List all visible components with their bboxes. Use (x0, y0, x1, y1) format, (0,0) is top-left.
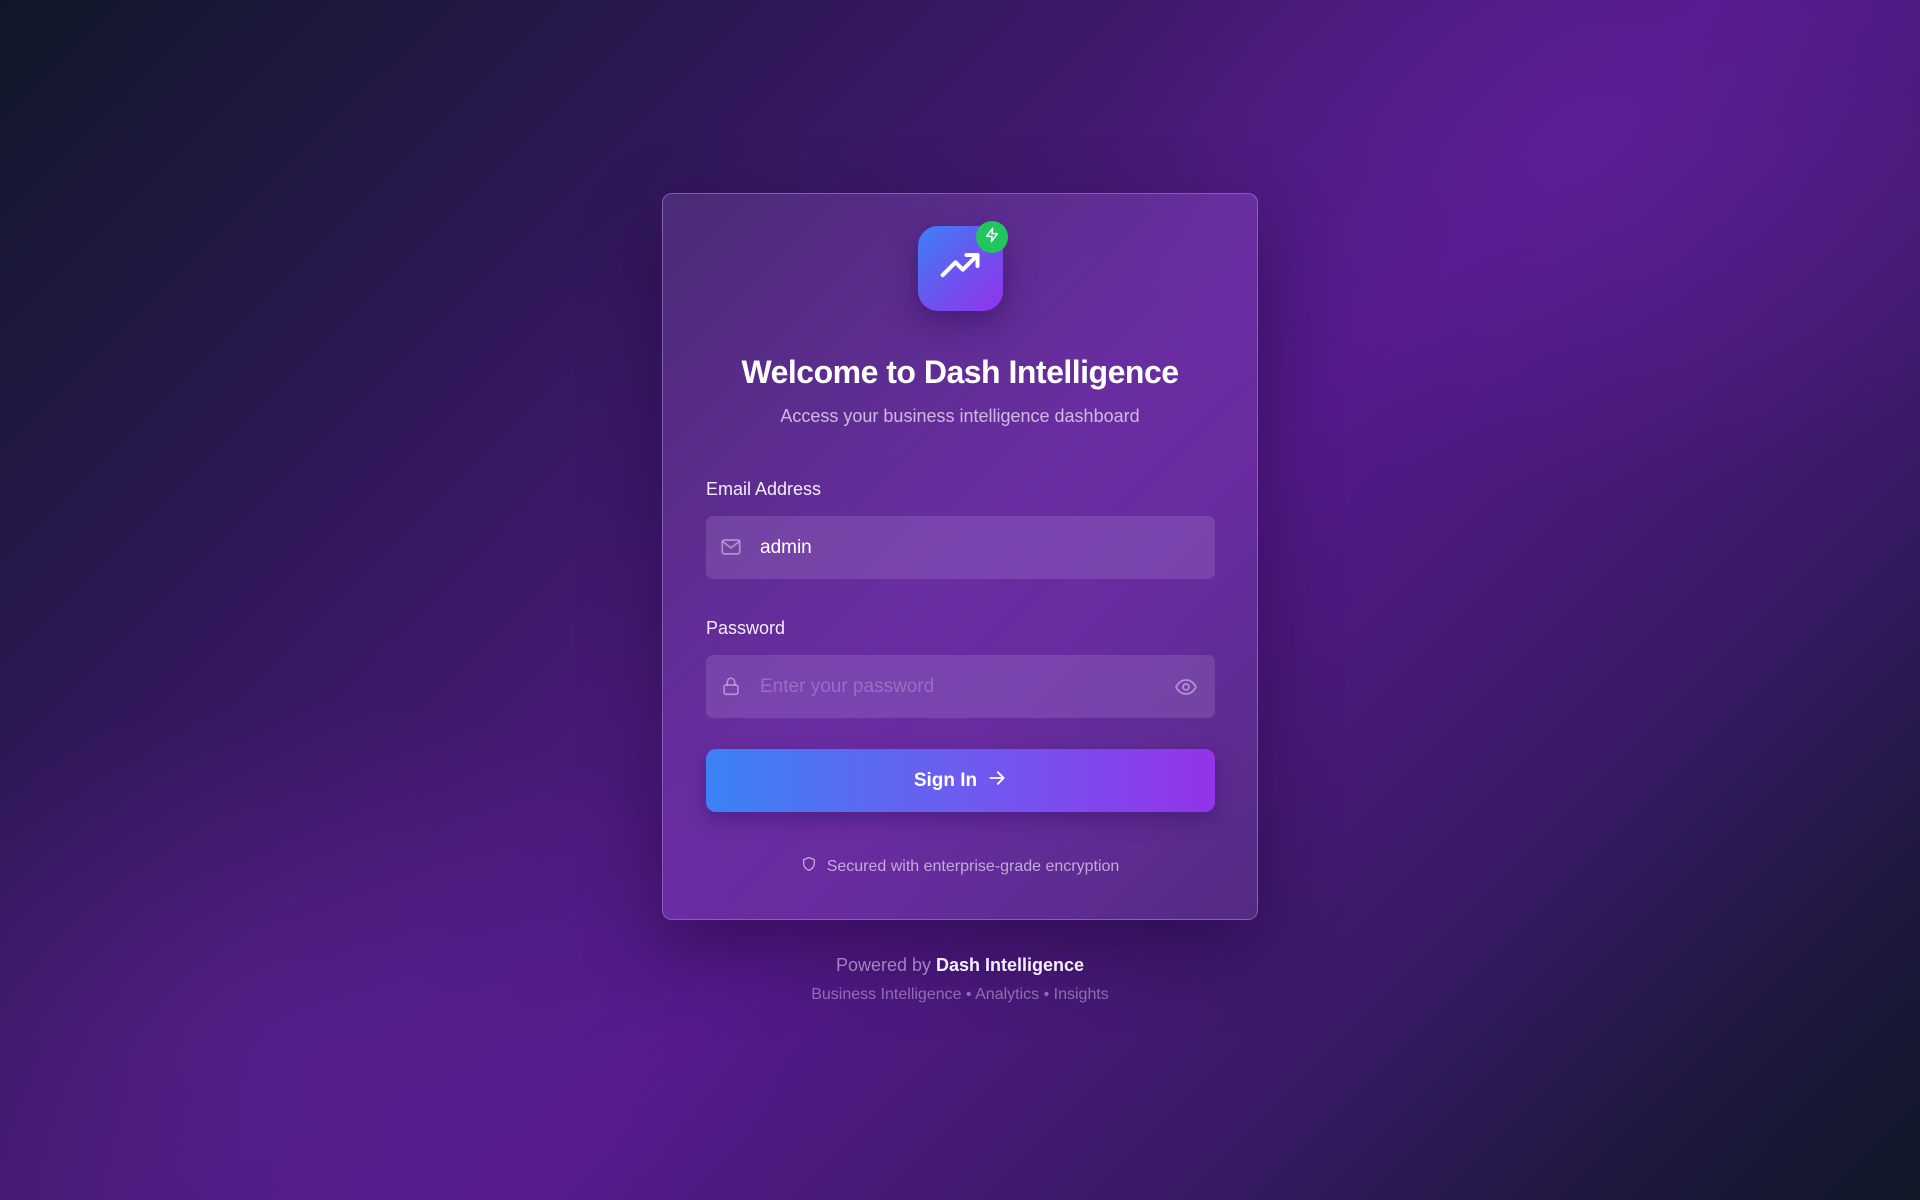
password-input[interactable] (760, 655, 1140, 718)
page-title: Welcome to Dash Intelligence (741, 354, 1179, 390)
mail-icon (720, 536, 742, 558)
powered-by: Powered by Dash Intelligence (0, 955, 1920, 976)
eye-icon[interactable] (1174, 675, 1198, 699)
powered-by-prefix: Powered by (835, 955, 931, 975)
login-card: Welcome to Dash Intelligence Access your… (662, 193, 1258, 920)
lightning-icon (984, 227, 1000, 248)
email-field-container (706, 516, 1215, 579)
trending-up-icon (939, 244, 983, 293)
powered-by-brand: Dash Intelligence (936, 955, 1085, 975)
security-note-text: Secured with enterprise-grade encryption (826, 857, 1120, 875)
footer-tagline: Business Intelligence • Analytics • Insi… (811, 986, 1109, 1003)
arrow-right-icon (987, 768, 1007, 794)
password-label: Password (706, 618, 786, 638)
lock-icon (720, 675, 742, 697)
sign-in-button[interactable]: Sign In (706, 749, 1215, 812)
sign-in-label: Sign In (913, 769, 978, 791)
password-field-container (706, 655, 1215, 718)
page-subtitle: Access your business intelligence dashbo… (780, 406, 1140, 426)
email-label: Email Address (706, 479, 822, 499)
security-note: Secured with enterprise-grade encryption (663, 856, 1257, 877)
email-input[interactable] (760, 516, 1140, 579)
shield-icon (801, 856, 817, 877)
status-badge (976, 221, 1008, 253)
